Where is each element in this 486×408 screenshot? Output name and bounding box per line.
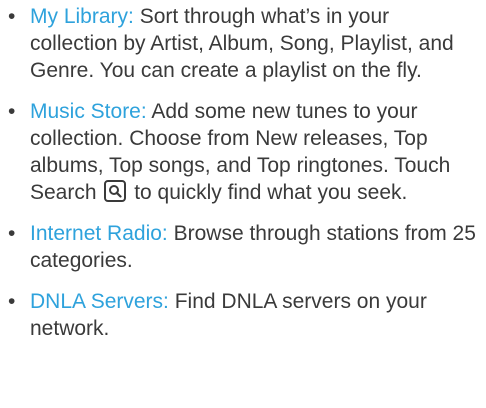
item-description-end: to quickly find what you seek. [128,181,408,204]
bullet: • [8,5,16,28]
item-term: My Library: [30,5,134,28]
list-item-dnla-servers: • DNLA Servers: Find DNLA servers on you… [6,288,478,342]
bullet: • [8,222,16,245]
list-item-internet-radio: • Internet Radio: Browse through station… [6,220,478,274]
bullet: • [8,290,16,313]
list-item-my-library: • My Library: Sort through what’s in you… [6,3,478,84]
item-term: Music Store: [30,100,147,123]
bullet: • [8,100,16,123]
search-icon [104,180,127,202]
list-item-music-store: • Music Store: Add some new tunes to you… [6,98,478,206]
item-term: Internet Radio: [30,222,168,245]
feature-list: • My Library: Sort through what’s in you… [0,3,486,342]
item-term: DNLA Servers: [30,290,169,313]
